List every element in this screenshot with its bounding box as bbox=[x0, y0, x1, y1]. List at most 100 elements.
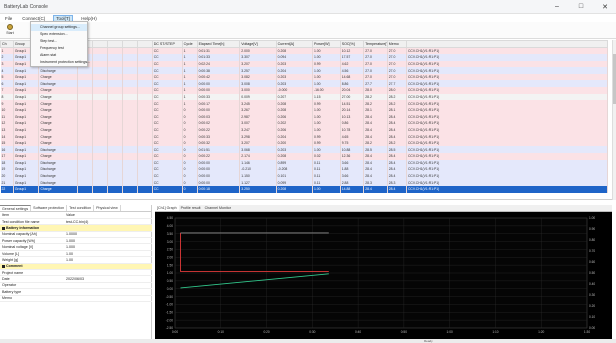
tool-menu-item[interactable]: Channel group settings... bbox=[31, 24, 87, 31]
tool-menu-item[interactable]: Frequency test bbox=[31, 45, 87, 52]
table-cell: 0.203 bbox=[276, 146, 313, 153]
table-row[interactable]: 5 Group1 Charge CC 1 0:00:42 3.082 0.203 1.00 14.… bbox=[0, 73, 609, 81]
table-row[interactable]: 4 Group1 Discharge CC 1 0:00:38 3.257 0.204 1.00… bbox=[0, 67, 609, 74]
collapse-icon[interactable] bbox=[2, 226, 5, 230]
table-cell: 28.4 bbox=[387, 166, 407, 173]
menu-file[interactable]: File bbox=[3, 15, 14, 22]
grid-column-header[interactable]: Cycle bbox=[181, 40, 198, 48]
start-button[interactable]: Start bbox=[4, 24, 16, 37]
table-row[interactable]: 7 Group1 Charge CC 1 0:00:00 3.000 -0.000 -16.00… bbox=[0, 87, 609, 94]
collapse-icon[interactable] bbox=[2, 264, 5, 268]
table-cell bbox=[137, 54, 153, 61]
table-row[interactable]: 18 Group1 Discharge CC 0 0:00:00 1.146 0.899 0.1… bbox=[0, 159, 609, 167]
table-cell: 0 bbox=[182, 153, 198, 160]
table-row[interactable]: 14 Group1 Charge CC 0 0:00:33 3.298 0.204 0.99 4.… bbox=[0, 133, 609, 140]
table-cell: 0.11 bbox=[312, 166, 341, 173]
table-cell: 27.0 bbox=[363, 54, 388, 61]
table-cell: 20.14 bbox=[340, 106, 365, 114]
table-cell: Group1 bbox=[13, 120, 40, 127]
table-row[interactable]: 6 Group1 Discharge CC 1 0:00:00 3.008 0.203 1.00… bbox=[0, 80, 609, 88]
table-cell: 1.00 bbox=[312, 73, 341, 81]
grid-column-header[interactable]: Power[W] bbox=[311, 40, 341, 48]
grid-column-header[interactable]: DC ST/STEP bbox=[151, 40, 183, 48]
table-cell: 0.203 bbox=[276, 80, 313, 88]
table-cell bbox=[107, 100, 123, 107]
grid-column-header[interactable] bbox=[136, 40, 153, 48]
table-row[interactable]: 13 Group1 Charge CC 0 0:00:22 3.247 0.206 1.00 10… bbox=[0, 126, 609, 134]
table-row[interactable]: 2Group1DischargeCC10:01:333.3070.0941.00… bbox=[0, 54, 609, 61]
table-cell: 0.11 bbox=[312, 172, 341, 180]
close-button[interactable]: ✕ bbox=[600, 3, 610, 11]
grid-column-header[interactable]: Ch bbox=[0, 40, 14, 48]
table-cell bbox=[77, 106, 93, 114]
table-cell bbox=[137, 126, 153, 134]
table-row[interactable]: 8 Group1 Charge CC 1 0:00:33 0.009 0.207 1.15 27.… bbox=[0, 93, 609, 101]
table-cell: 0.02 bbox=[312, 153, 341, 160]
table-cell bbox=[122, 133, 138, 140]
grid-column-header[interactable]: Current[A] bbox=[275, 40, 313, 48]
table-cell bbox=[77, 73, 93, 81]
settings-tab[interactable]: Physical view bbox=[94, 205, 121, 211]
settings-tab[interactable]: Test condition bbox=[67, 205, 95, 211]
table-cell: 15 bbox=[0, 139, 14, 147]
table-row[interactable]: 10 Group1 Charge CC 0 0:00:00 3.267 0.208 1.00 20… bbox=[0, 106, 609, 114]
grid-column-header[interactable]: Elapsed Time[h] bbox=[196, 40, 241, 48]
table-row[interactable]: 17 Group1 Charge CC 0 0:00:22 2.174 0.208 0.02 12… bbox=[0, 153, 609, 160]
graph-tab[interactable]: Channel Monitor bbox=[203, 205, 233, 211]
table-cell: 27.0 bbox=[387, 47, 407, 55]
table-cell: 0:00:22 bbox=[197, 153, 241, 160]
grid-vertical-scrollbar[interactable] bbox=[612, 40, 616, 200]
settings-tab[interactable]: Software protection bbox=[31, 205, 68, 211]
grid-column-header[interactable]: Voltage[V] bbox=[239, 40, 277, 48]
table-row[interactable]: 1 Group1 CC 1 0:01:31 2.000 0.208 1.00 10.12 27.0… bbox=[0, 47, 609, 55]
table-row[interactable]: 20 Group1 Discharge CC 0 0:00:00 1.150 0.101 0.1… bbox=[0, 172, 609, 180]
table-cell: 28.4 bbox=[363, 172, 388, 180]
table-cell: 27.0 bbox=[387, 67, 407, 74]
tool-menu-item[interactable]: Spec extension... bbox=[31, 31, 87, 38]
table-cell: 14.51 bbox=[340, 100, 365, 107]
table-cell: 0.208 bbox=[276, 153, 313, 160]
table-cell: Charge bbox=[38, 120, 78, 127]
table-cell bbox=[122, 93, 138, 101]
table-cell: 17.57 bbox=[340, 54, 365, 61]
maximize-button[interactable]: □ bbox=[576, 3, 586, 11]
table-row[interactable]: 22 Group1 Charge CC 0 0:00:18 3.250 0.208 1.00 14… bbox=[0, 185, 609, 193]
table-cell: 27.7 bbox=[387, 80, 407, 88]
table-cell: Group1 bbox=[13, 80, 40, 88]
settings-row[interactable]: Memo bbox=[0, 295, 152, 303]
table-cell: 0 bbox=[182, 146, 198, 153]
grid-column-header[interactable]: Temperature[°C] bbox=[363, 40, 388, 48]
table-cell: 21 bbox=[0, 179, 14, 186]
table-cell: Discharge bbox=[38, 80, 78, 88]
y2-tick-label: 0.60 bbox=[589, 260, 595, 264]
settings-tab[interactable]: General settings bbox=[0, 205, 32, 211]
table-row[interactable]: 15 Group1 Charge CC 0 0:00:32 3.207 0.200 0.99 9.… bbox=[0, 139, 609, 147]
grid-column-header[interactable] bbox=[106, 40, 123, 48]
table-cell: 20.04 bbox=[340, 87, 365, 94]
graph-tab[interactable]: [Ch1] Graph bbox=[155, 205, 179, 211]
table-cell bbox=[107, 146, 123, 153]
grid-column-header[interactable] bbox=[121, 40, 138, 48]
grid-column-header[interactable] bbox=[91, 40, 108, 48]
table-cell: 3.257 bbox=[239, 67, 277, 74]
table-cell bbox=[77, 179, 93, 186]
grid-column-header[interactable]: SOC[%] bbox=[339, 40, 365, 48]
table-cell: 0:00:00 bbox=[197, 172, 241, 180]
table-row[interactable]: 16 Group1 Discharge CC 0 0:01:51 3.068 0.203 1.0… bbox=[0, 146, 609, 153]
table-cell bbox=[77, 166, 93, 173]
table-row[interactable]: 12 Group1 Charge CC 0 0:00:02 3.007 0.202 1.00 0.… bbox=[0, 120, 609, 127]
graph-tab[interactable]: Profile result bbox=[179, 205, 203, 211]
tool-menu-item[interactable]: Instrument protection settings... bbox=[31, 59, 90, 66]
tool-menu-item[interactable]: Step test... bbox=[31, 38, 87, 45]
table-row[interactable]: 19 Group1 Discharge CC 0 0:00:00 -0.210 -0.208 0… bbox=[0, 166, 609, 173]
table-cell: 0 bbox=[182, 133, 198, 140]
grid-column-header[interactable]: Memo bbox=[386, 40, 407, 48]
minimize-button[interactable]: – bbox=[552, 3, 562, 11]
y2-tick-label: 0.20 bbox=[589, 304, 595, 308]
table-cell: 28.2 bbox=[387, 93, 407, 101]
tool-menu-item[interactable]: Alarm stat bbox=[31, 52, 87, 59]
table-row[interactable]: 11 Group1 Charge CC 0 0:00:03 2.987 0.206 1.00 10… bbox=[0, 113, 609, 121]
table-row[interactable]: 21 Group1 Discharge CC 0 0:00:00 1.127 0.099 0.1… bbox=[0, 179, 609, 186]
table-row[interactable]: 3 Group1 CC 1 0:02:24 3.207 0.203 0.99 4.62 27.0 2… bbox=[0, 60, 609, 68]
table-row[interactable]: 9 Group1 Charge CC 1 0:00:17 3.245 0.208 0.99 14.… bbox=[0, 100, 609, 107]
